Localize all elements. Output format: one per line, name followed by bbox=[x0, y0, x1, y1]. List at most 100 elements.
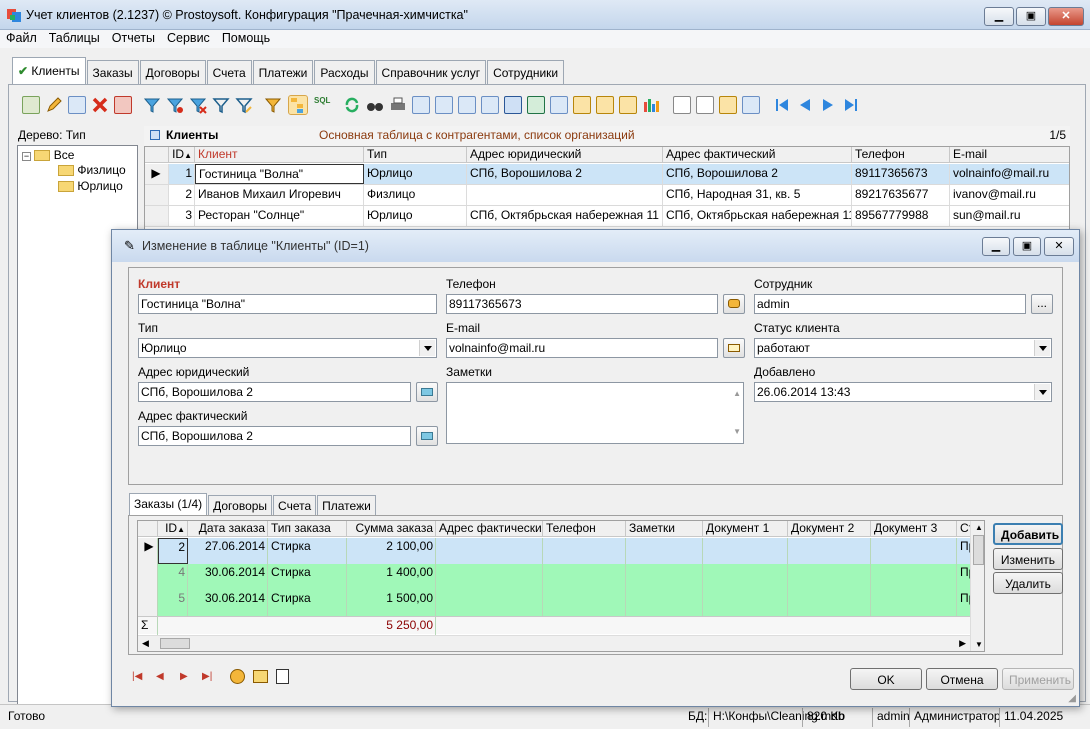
filter-icon[interactable] bbox=[143, 96, 161, 114]
folder-open-icon[interactable] bbox=[253, 670, 268, 683]
edit-order-button[interactable]: Изменить bbox=[993, 548, 1063, 570]
scroll-thumb[interactable] bbox=[160, 638, 190, 649]
scroll-left-icon[interactable]: ◀ bbox=[142, 638, 149, 649]
tab-invoices[interactable]: Счета bbox=[206, 60, 252, 84]
tab-clients[interactable]: ✔ Клиенты bbox=[12, 57, 86, 84]
subtab-contracts[interactable]: Договоры bbox=[208, 495, 273, 515]
notes-textarea[interactable]: ▲ ▼ bbox=[446, 382, 744, 444]
phone-input[interactable]: 89117365673 bbox=[446, 294, 718, 314]
chevron-down-icon[interactable] bbox=[1034, 340, 1050, 356]
column-header-order-type[interactable]: Тип заказа bbox=[268, 521, 347, 537]
edit-pencil-icon[interactable] bbox=[45, 96, 63, 114]
column-header-document-1[interactable]: Документ 1 bbox=[703, 521, 788, 537]
table-row[interactable]: 4 30.06.2014 Стирка 1 400,00 Пр bbox=[138, 564, 984, 590]
scroll-up-icon[interactable]: ▲ bbox=[733, 385, 741, 403]
chevron-down-icon[interactable] bbox=[419, 340, 435, 356]
scroll-down-icon[interactable]: ▼ bbox=[975, 640, 983, 649]
close-button[interactable]: ✕ bbox=[1048, 7, 1084, 26]
column-header-client[interactable]: Клиент bbox=[195, 147, 364, 163]
actual-address-input[interactable]: СПб, Ворошилова 2 bbox=[138, 426, 411, 446]
table-row[interactable]: 2 Иванов Михаил Игоревич Физлицо СПб, На… bbox=[145, 185, 1069, 206]
prev-record-icon[interactable]: ◀ bbox=[156, 671, 164, 682]
add-order-button[interactable]: Добавить bbox=[993, 523, 1063, 545]
subtab-orders[interactable]: Заказы (1/4) bbox=[129, 493, 208, 515]
binoculars-icon[interactable] bbox=[366, 96, 384, 114]
excel-icon[interactable] bbox=[527, 96, 545, 114]
tab-services[interactable]: Справочник услуг bbox=[375, 60, 487, 84]
refresh-icon[interactable] bbox=[343, 96, 361, 114]
first-record-icon[interactable] bbox=[773, 96, 791, 114]
chevron-down-icon[interactable] bbox=[1034, 384, 1050, 400]
tree-node-individual[interactable]: Физлицо bbox=[58, 163, 126, 177]
added-datetime[interactable]: 26.06.2014 13:43 bbox=[754, 382, 1052, 402]
delete-icon[interactable] bbox=[91, 96, 109, 114]
vertical-scrollbar[interactable]: ▲ ▼ bbox=[970, 521, 984, 651]
globe-icon[interactable] bbox=[230, 669, 245, 684]
map-icon[interactable] bbox=[416, 382, 438, 402]
column-header-order-date[interactable]: Дата заказа bbox=[188, 521, 268, 537]
table-row[interactable]: 5 30.06.2014 Стирка 1 500,00 Пр bbox=[138, 590, 984, 616]
cell-client[interactable]: Гостиница "Волна" bbox=[195, 164, 364, 184]
menu-file[interactable]: Файл bbox=[0, 30, 43, 46]
column-header-order-sum[interactable]: Сумма заказа bbox=[347, 521, 436, 537]
type-select[interactable]: Юрлицо bbox=[138, 338, 437, 358]
column-header-document-3[interactable]: Документ 3 bbox=[871, 521, 957, 537]
status-select[interactable]: работают bbox=[754, 338, 1052, 358]
tree-view-icon[interactable] bbox=[288, 95, 308, 115]
scroll-right-icon[interactable]: ▶ bbox=[959, 638, 966, 649]
xml-icon[interactable] bbox=[619, 96, 637, 114]
tab-payments[interactable]: Платежи bbox=[252, 60, 314, 84]
dialog-minimize-button[interactable]: ▁ bbox=[982, 237, 1010, 256]
grid-settings-icon[interactable] bbox=[719, 96, 737, 114]
layout-icon[interactable] bbox=[742, 96, 760, 114]
client-input[interactable]: Гостиница "Волна" bbox=[138, 294, 437, 314]
export-xml-icon[interactable] bbox=[481, 96, 499, 114]
txt-icon[interactable] bbox=[573, 96, 591, 114]
scroll-down-icon[interactable]: ▼ bbox=[733, 423, 741, 441]
menu-reports[interactable]: Отчеты bbox=[106, 30, 161, 46]
menu-help[interactable]: Помощь bbox=[216, 30, 276, 46]
last-record-icon[interactable]: ▶| bbox=[202, 671, 212, 682]
filter-outline-icon[interactable] bbox=[212, 96, 230, 114]
cancel-button[interactable]: Отмена bbox=[926, 668, 998, 690]
legal-address-input[interactable]: СПб, Ворошилова 2 bbox=[138, 382, 411, 402]
tree-node-all[interactable]: − Все bbox=[22, 148, 74, 162]
next-record-icon[interactable] bbox=[819, 96, 837, 114]
email-input[interactable]: volnainfo@mail.ru bbox=[446, 338, 718, 358]
column-header-id[interactable]: ID▲ bbox=[169, 147, 195, 163]
scroll-thumb[interactable] bbox=[973, 535, 984, 565]
dialog-close-button[interactable]: ✕ bbox=[1044, 237, 1074, 256]
tree-node-legal[interactable]: Юрлицо bbox=[58, 179, 123, 193]
tab-expenses[interactable]: Расходы bbox=[314, 60, 375, 84]
minimize-button[interactable]: ▁ bbox=[984, 7, 1014, 26]
export-html-icon[interactable] bbox=[458, 96, 476, 114]
collapse-icon[interactable]: − bbox=[22, 152, 31, 161]
filter-add-icon[interactable] bbox=[166, 96, 184, 114]
column-header-email[interactable]: E-mail bbox=[950, 147, 1069, 163]
column-header-type[interactable]: Тип bbox=[364, 147, 467, 163]
table-row[interactable]: ▶ 2 27.06.2014 Стирка 2 100,00 Пр bbox=[138, 538, 984, 564]
filter-clear-icon[interactable] bbox=[189, 96, 207, 114]
chart-icon[interactable] bbox=[642, 96, 660, 114]
column-header-phone[interactable]: Телефон bbox=[543, 521, 626, 537]
cell-id[interactable]: 2 bbox=[158, 538, 188, 564]
first-record-icon[interactable]: |◀ bbox=[132, 671, 142, 682]
column-header-notes[interactable]: Заметки bbox=[626, 521, 703, 537]
resize-grip-icon[interactable]: ◢ bbox=[1068, 693, 1076, 704]
print-icon[interactable] bbox=[389, 96, 407, 114]
table-row[interactable]: ▶ 1 Гостиница "Волна" Юрлицо СПб, Вороши… bbox=[145, 164, 1069, 185]
menu-tables[interactable]: Таблицы bbox=[43, 30, 106, 46]
employee-browse-button[interactable]: ... bbox=[1031, 294, 1053, 314]
dialog-maximize-button[interactable]: ▣ bbox=[1013, 237, 1041, 256]
column-header-legal-address[interactable]: Адрес юридический bbox=[467, 147, 663, 163]
copy-icon[interactable] bbox=[68, 96, 86, 114]
column-header-phone[interactable]: Телефон bbox=[852, 147, 950, 163]
add-record-icon[interactable] bbox=[22, 96, 40, 114]
prev-record-icon[interactable] bbox=[796, 96, 814, 114]
column-header-actual-address[interactable]: Адрес фактический bbox=[436, 521, 543, 537]
column-header-id[interactable]: ID▲ bbox=[158, 521, 188, 537]
table-row[interactable]: 3 Ресторан "Солнце" Юрлицо СПб, Октябрьс… bbox=[145, 206, 1069, 227]
dbf-icon[interactable] bbox=[596, 96, 614, 114]
column-header-document-2[interactable]: Документ 2 bbox=[788, 521, 871, 537]
filter-edit-icon[interactable] bbox=[235, 96, 253, 114]
